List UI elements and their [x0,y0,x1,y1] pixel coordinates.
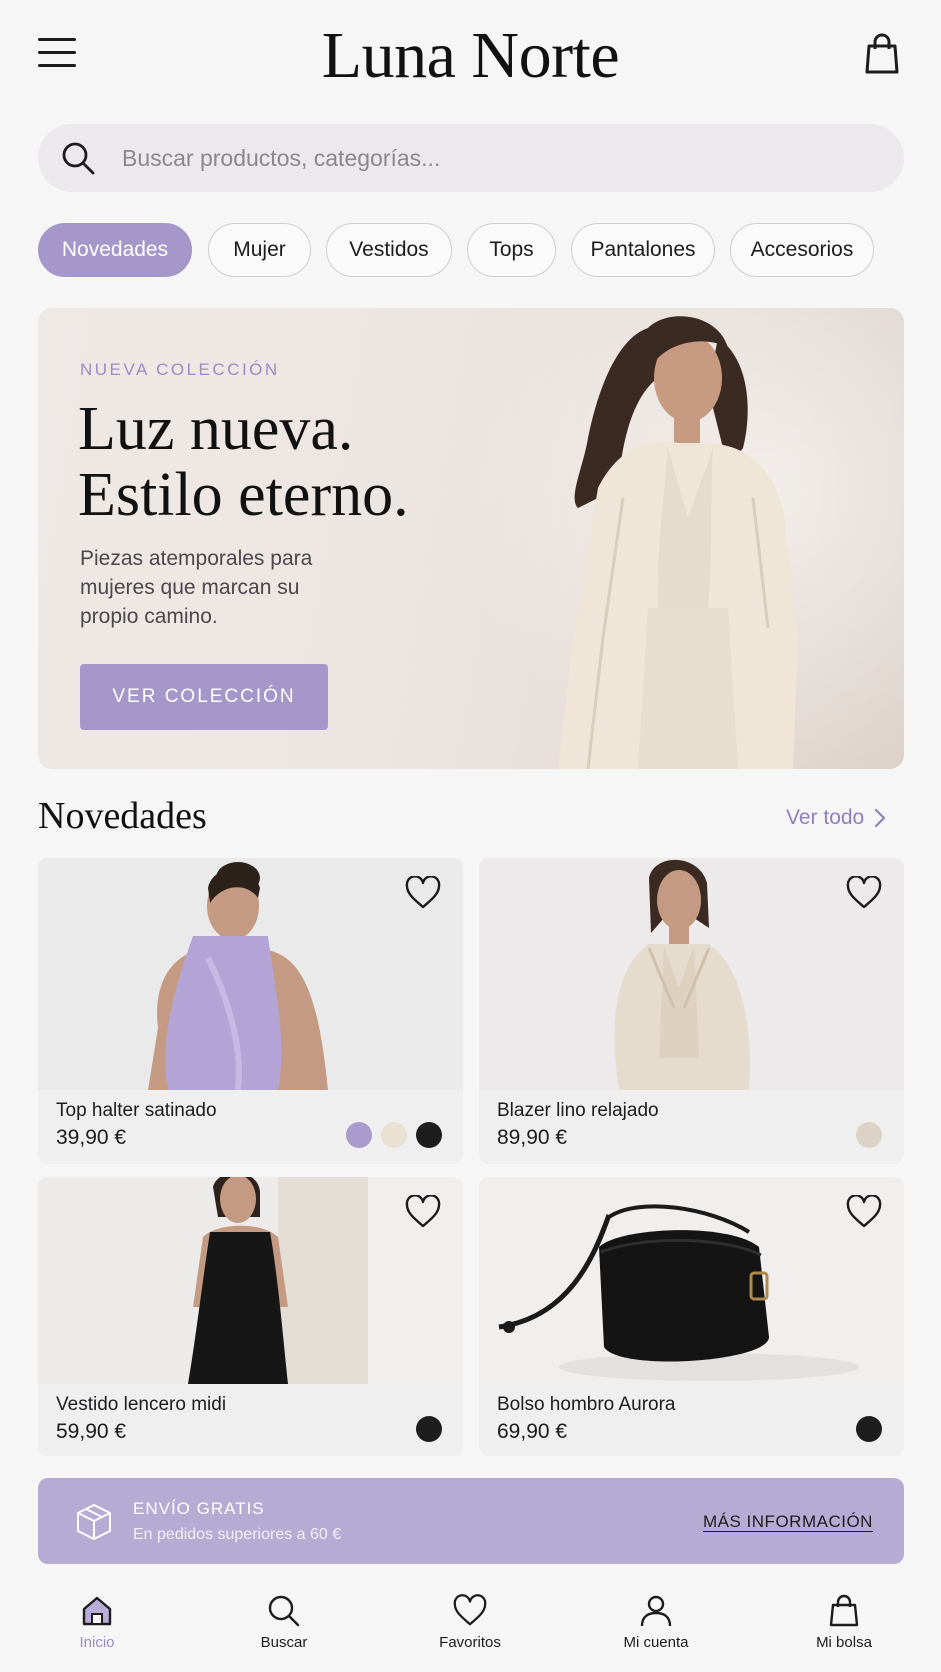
brand-logo: Luna Norte [321,19,620,92]
more-info-link[interactable]: MÁS INFORMACIÓN [703,1512,873,1532]
cart-button[interactable] [862,32,902,76]
nav-item-favorites[interactable]: Favoritos [410,1594,530,1651]
hero-model-image [558,316,798,769]
product-price: 69,90 € [497,1420,568,1443]
shopping-bag-icon [865,33,899,74]
nav-item-bag[interactable]: Mi bolsa [784,1594,904,1651]
home-icon [82,1596,112,1626]
chip-accesorios[interactable]: Accesorios [730,223,874,277]
color-swatch-beige[interactable] [856,1122,882,1148]
search-bar[interactable] [38,124,904,192]
shopping-bag-icon [829,1594,859,1627]
hero-headline: Luz nueva. Estilo eterno. [78,395,409,529]
product-price: 59,90 € [56,1420,127,1443]
chip-mujer[interactable]: Mujer [208,223,311,277]
color-swatch-cream[interactable] [381,1122,407,1148]
hero-banner[interactable]: NUEVA COLECCIÓN Luz nueva. Estilo eterno… [38,308,904,769]
product-card[interactable]: Blazer lino relajado 89,90 € [479,858,904,1164]
color-swatch-black[interactable] [416,1416,442,1442]
search-icon [268,1595,300,1627]
product-card[interactable]: Top halter satinado 39,90 € [38,858,463,1164]
product-name: Vestido lencero midi [56,1394,227,1415]
product-card[interactable]: Vestido lencero midi 59,90 € [38,1177,463,1456]
see-all-link[interactable]: Ver todo [786,806,886,830]
app-header: Luna Norte [0,0,941,112]
nav-item-account[interactable]: Mi cuenta [596,1594,716,1651]
chip-pantalones[interactable]: Pantalones [571,223,715,277]
chip-novedades[interactable]: Novedades [38,223,192,277]
user-icon [640,1595,672,1627]
favorite-heart-icon[interactable] [846,876,882,910]
chip-tops[interactable]: Tops [467,223,556,277]
bottom-navigation: Inicio Buscar Favoritos Mi cuenta Mi bol… [0,1580,941,1672]
favorite-heart-icon[interactable] [405,1195,441,1229]
chip-vestidos[interactable]: Vestidos [326,223,452,277]
favorite-heart-icon[interactable] [846,1195,882,1229]
nav-item-search[interactable]: Buscar [224,1594,344,1651]
color-swatch-black[interactable] [856,1416,882,1442]
product-name: Top halter satinado [56,1100,217,1121]
product-name: Bolso hombro Aurora [497,1394,676,1415]
color-swatch-black[interactable] [416,1122,442,1148]
free-shipping-banner: ENVÍO GRATIS En pedidos superiores a 60 … [38,1478,904,1564]
color-swatch-lilac[interactable] [346,1122,372,1148]
product-name: Blazer lino relajado [497,1100,659,1121]
product-price: 89,90 € [497,1126,568,1149]
product-image [38,858,463,1090]
shipping-title: ENVÍO GRATIS [133,1499,265,1518]
product-image [479,1177,904,1384]
product-price: 39,90 € [56,1126,127,1149]
section-title: Novedades [38,795,207,837]
search-icon [62,142,95,175]
shipping-subtitle: En pedidos superiores a 60 € [133,1526,342,1543]
chevron-right-icon [875,808,886,828]
heart-icon [453,1594,487,1626]
view-collection-button[interactable]: VER COLECCIÓN [80,664,328,730]
nav-item-home[interactable]: Inicio [37,1594,157,1651]
product-image [38,1177,463,1384]
product-image [479,858,904,1090]
package-box-icon [77,1504,111,1540]
favorite-heart-icon[interactable] [405,876,441,910]
product-card[interactable]: Bolso hombro Aurora 69,90 € [479,1177,904,1456]
hero-subtitle: Piezas atemporales para mujeres que marc… [80,547,313,628]
hero-eyebrow: NUEVA COLECCIÓN [80,360,280,379]
search-input[interactable] [122,136,882,180]
